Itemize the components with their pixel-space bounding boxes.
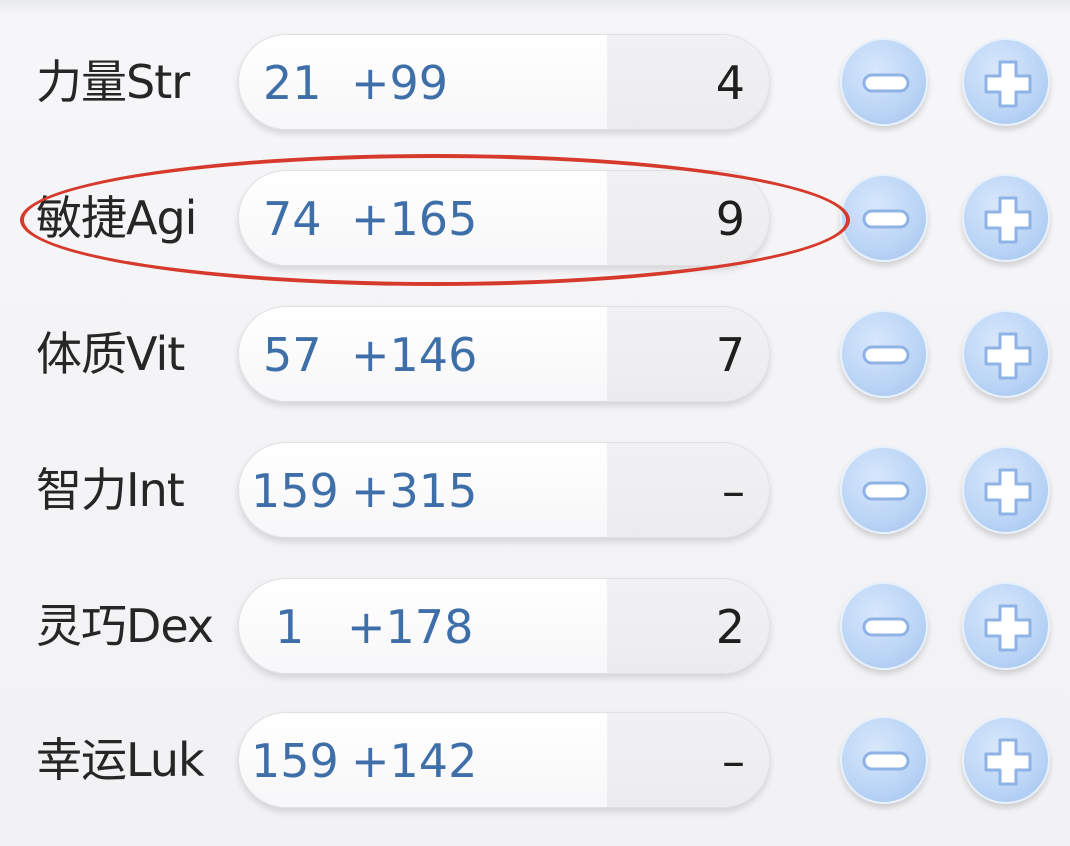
stat-value-pill: 21 +99 4 <box>238 34 770 130</box>
stat-label: 智力Int <box>36 463 185 517</box>
increase-int-button[interactable] <box>962 446 1050 534</box>
plus-circle-icon <box>984 332 1032 380</box>
stat-bonus-value: +178 <box>347 600 474 654</box>
stat-upgrade-cost: – <box>722 464 745 518</box>
plus-circle-icon <box>984 738 1032 786</box>
stat-label: 体质Vit <box>36 327 185 381</box>
minus-circle-icon <box>862 209 910 229</box>
decrease-luk-button[interactable] <box>840 716 928 804</box>
minus-circle-icon <box>862 345 910 365</box>
stat-upgrade-cost: 7 <box>715 328 745 382</box>
decrease-dex-button[interactable] <box>840 582 928 670</box>
stat-base-value: 57 <box>263 328 322 382</box>
plus-circle-icon <box>984 196 1032 244</box>
stat-label: 灵巧Dex <box>36 599 214 653</box>
stat-base-value: 159 <box>251 734 339 788</box>
stat-label: 力量Str <box>36 55 190 109</box>
panel-top-edge <box>0 0 1070 14</box>
stat-upgrade-cost: 4 <box>715 56 745 110</box>
decrease-str-button[interactable] <box>840 38 928 126</box>
increase-vit-button[interactable] <box>962 310 1050 398</box>
stat-value-pill: 1 +178 2 <box>238 578 770 674</box>
stat-upgrade-cost: 2 <box>715 600 745 654</box>
stat-upgrade-cost: – <box>722 734 745 788</box>
stat-bonus-value: +315 <box>351 464 478 518</box>
increase-str-button[interactable] <box>962 38 1050 126</box>
minus-circle-icon <box>862 481 910 501</box>
stat-row-dex: 灵巧Dex 1 +178 2 <box>0 576 1070 676</box>
plus-circle-icon <box>984 60 1032 108</box>
stat-bonus-value: +142 <box>351 734 478 788</box>
stat-row-int: 智力Int 159 +315 – <box>0 440 1070 540</box>
plus-circle-icon <box>984 604 1032 652</box>
decrease-int-button[interactable] <box>840 446 928 534</box>
minus-circle-icon <box>862 751 910 771</box>
stat-row-luk: 幸运Luk 159 +142 – <box>0 710 1070 810</box>
increase-dex-button[interactable] <box>962 582 1050 670</box>
minus-circle-icon <box>862 617 910 637</box>
increase-agi-button[interactable] <box>962 174 1050 262</box>
highlight-ellipse-annotation <box>20 154 850 286</box>
stat-row-vit: 体质Vit 57 +146 7 <box>0 304 1070 404</box>
stat-row-str: 力量Str 21 +99 4 <box>0 32 1070 132</box>
stat-value-pill: 57 +146 7 <box>238 306 770 402</box>
stat-base-value: 1 <box>275 600 305 654</box>
attribute-panel: 力量Str 21 +99 4 敏捷Agi 74 +165 9 体质Vit 57 … <box>0 0 1070 846</box>
plus-circle-icon <box>984 468 1032 516</box>
stat-label: 幸运Luk <box>36 733 205 787</box>
stat-value-pill: 159 +142 – <box>238 712 770 808</box>
stat-bonus-value: +146 <box>351 328 478 382</box>
minus-circle-icon <box>862 73 910 93</box>
increase-luk-button[interactable] <box>962 716 1050 804</box>
stat-base-value: 21 <box>263 56 322 110</box>
stat-bonus-value: +99 <box>351 56 449 110</box>
decrease-vit-button[interactable] <box>840 310 928 398</box>
decrease-agi-button[interactable] <box>840 174 928 262</box>
stat-value-pill: 159 +315 – <box>238 442 770 538</box>
stat-base-value: 159 <box>251 464 339 518</box>
